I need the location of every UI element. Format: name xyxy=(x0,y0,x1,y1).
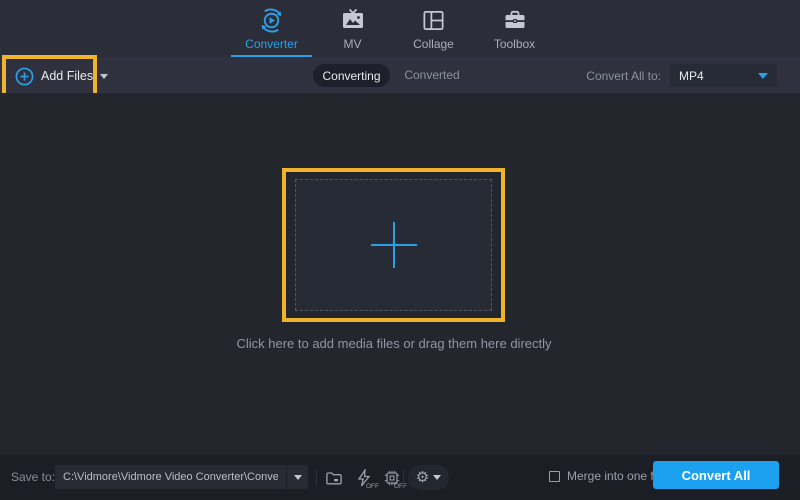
gear-icon: ⚙ xyxy=(416,470,429,485)
add-files-label: Add Files xyxy=(41,69,93,83)
mv-icon xyxy=(340,7,366,33)
output-format-dropdown[interactable]: MP4 xyxy=(670,64,777,87)
merge-into-one-file-option[interactable]: Merge into one file xyxy=(549,469,666,483)
tab-converter-label: Converter xyxy=(245,38,298,50)
save-path-input[interactable] xyxy=(55,465,286,489)
chevron-down-icon xyxy=(100,74,108,79)
converter-main-area: Click here to add media files or drag th… xyxy=(0,93,800,455)
annotation-box-add-files: Add Files xyxy=(2,55,97,97)
collage-icon xyxy=(421,7,446,33)
convert-all-button[interactable]: Convert All xyxy=(653,461,779,489)
save-path-dropdown-button[interactable] xyxy=(286,465,308,489)
tab-collage[interactable]: Collage xyxy=(393,0,474,57)
app-window: Converter MV xyxy=(0,0,800,500)
dropzone-hint-text: Click here to add media files or drag th… xyxy=(0,336,788,351)
gpu-acceleration-off-label: OFF xyxy=(394,483,407,490)
media-dropzone[interactable] xyxy=(295,179,492,311)
chevron-down-icon xyxy=(758,73,768,79)
main-tab-bar: Converter MV xyxy=(0,0,800,57)
plus-icon xyxy=(371,222,417,268)
tab-collage-label: Collage xyxy=(413,38,454,50)
add-files-button[interactable]: Add Files xyxy=(6,59,93,93)
settings-button[interactable]: ⚙ xyxy=(408,465,449,490)
save-to-label: Save to: xyxy=(11,470,55,484)
main-tabs: Converter MV xyxy=(231,0,555,57)
divider xyxy=(403,469,404,486)
hardware-acceleration-button[interactable]: OFF xyxy=(352,466,376,490)
annotation-box-dropzone xyxy=(282,168,505,322)
tab-toolbox[interactable]: Toolbox xyxy=(474,0,555,57)
converter-icon xyxy=(258,7,285,33)
toolbox-icon xyxy=(502,7,528,33)
subtab-converted[interactable]: Converted xyxy=(401,64,463,87)
hardware-acceleration-off-label: OFF xyxy=(366,483,379,490)
converter-toolbar: Add Files Converting Converted Convert A… xyxy=(0,57,800,93)
open-output-folder-button[interactable] xyxy=(322,466,346,490)
tab-toolbox-label: Toolbox xyxy=(494,38,535,50)
folder-icon xyxy=(324,468,344,488)
merge-checkbox[interactable] xyxy=(549,471,560,482)
bottom-bar: Save to: OFF xyxy=(0,455,800,500)
tab-mv-label: MV xyxy=(344,38,362,50)
convert-all-to-group: Convert All to: MP4 xyxy=(586,64,777,87)
merge-label: Merge into one file xyxy=(567,469,666,483)
convert-all-to-label: Convert All to: xyxy=(586,69,661,83)
tab-mv[interactable]: MV xyxy=(312,0,393,57)
output-format-value: MP4 xyxy=(679,69,704,83)
tab-converter[interactable]: Converter xyxy=(231,0,312,57)
chevron-down-icon xyxy=(433,475,441,480)
chevron-down-icon xyxy=(294,475,302,480)
add-circle-icon xyxy=(15,67,34,86)
divider xyxy=(316,469,317,486)
save-path-group xyxy=(55,465,308,489)
gpu-acceleration-button[interactable]: OFF xyxy=(380,466,404,490)
subtab-converting[interactable]: Converting xyxy=(313,64,390,87)
